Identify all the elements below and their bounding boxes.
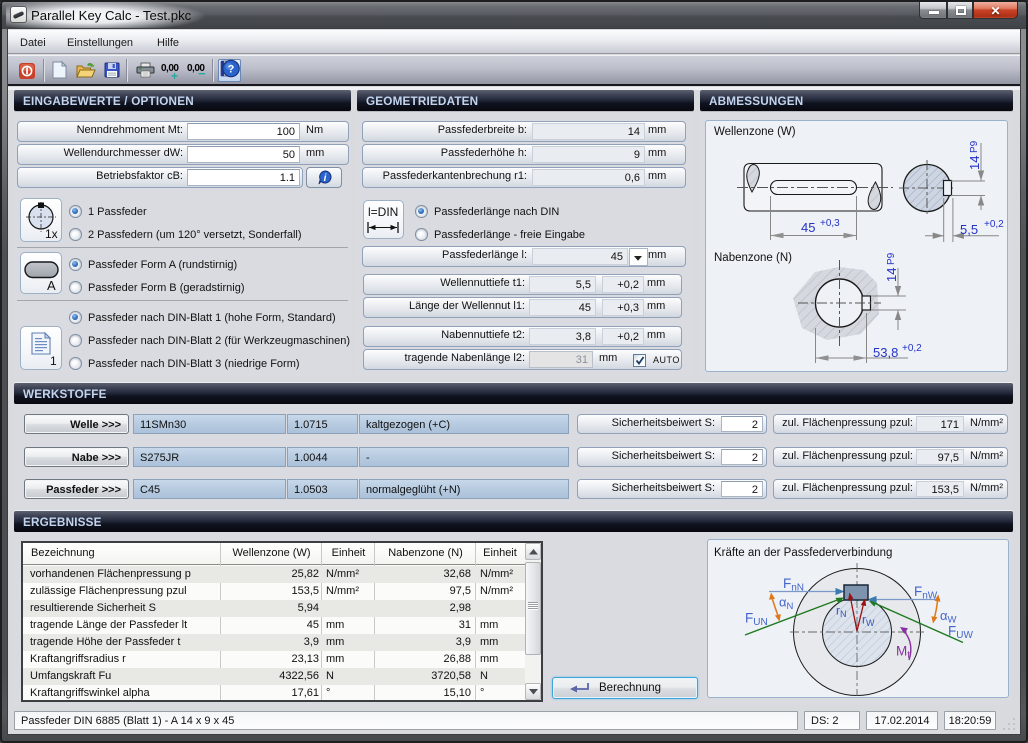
svg-text:FnW: FnW — [914, 584, 938, 602]
svg-text:?: ? — [228, 64, 235, 76]
svg-text:14: 14 — [967, 156, 982, 170]
svg-text:45: 45 — [801, 220, 815, 235]
svg-text:+0,3: +0,3 — [820, 218, 840, 229]
svg-text:5,5: 5,5 — [960, 222, 978, 237]
svg-text:P9: P9 — [886, 252, 897, 265]
svg-text:FnN: FnN — [783, 576, 804, 594]
svg-text:P9: P9 — [969, 140, 980, 153]
svg-text:+0,2: +0,2 — [902, 343, 922, 354]
svg-text:14: 14 — [884, 268, 899, 282]
svg-text:FUW: FUW — [948, 624, 973, 642]
svg-text:FUN: FUN — [745, 611, 768, 629]
svg-text:i: i — [324, 173, 327, 184]
svg-text:αN: αN — [779, 595, 794, 613]
svg-text:+0,2: +0,2 — [984, 219, 1004, 230]
svg-text:53,8: 53,8 — [873, 345, 898, 360]
